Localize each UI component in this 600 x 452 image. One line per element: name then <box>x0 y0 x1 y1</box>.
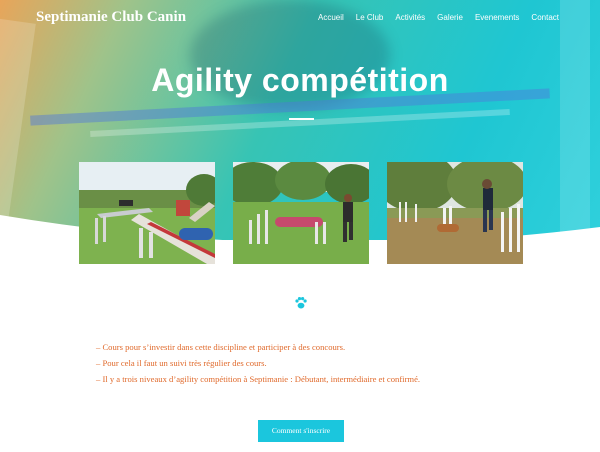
agility-photo-image <box>79 162 215 264</box>
top-navigation-bar: Septimanie Club Canin Accueil Le Club Ac… <box>0 0 600 34</box>
nav-item-accueil[interactable]: Accueil <box>318 13 344 22</box>
nav-item-evenements[interactable]: Evenements <box>475 13 519 22</box>
info-line: – Il y a trois niveaux d’agility compéti… <box>96 374 421 384</box>
gallery-photo-agility-3[interactable] <box>387 162 523 264</box>
gallery-photo-agility-2[interactable] <box>233 162 369 264</box>
agility-photo-image <box>233 162 369 264</box>
site-logo[interactable]: Septimanie Club Canin <box>36 9 186 26</box>
page-title: Agility compétition <box>151 62 449 98</box>
hero-bg-shape <box>560 0 590 240</box>
agility-photo-image <box>387 162 523 264</box>
nav-item-activites[interactable]: Activités <box>395 13 425 22</box>
nav-item-le-club[interactable]: Le Club <box>356 13 384 22</box>
info-line: – Cours pour s’investir dans cette disci… <box>96 342 346 352</box>
info-list: – Cours pour s’investir dans cette disci… <box>96 339 516 387</box>
title-underline <box>289 118 314 120</box>
nav-item-contact[interactable]: Contact <box>531 13 559 22</box>
gallery-photo-agility-1[interactable] <box>79 162 215 264</box>
paw-icon <box>295 297 307 309</box>
main-nav: Accueil Le Club Activités Galerie Evenem… <box>318 13 559 22</box>
register-button[interactable]: Comment s'inscrire <box>258 420 344 442</box>
info-line: – Pour cela il faut un suivi très réguli… <box>96 358 267 368</box>
nav-item-galerie[interactable]: Galerie <box>437 13 463 22</box>
